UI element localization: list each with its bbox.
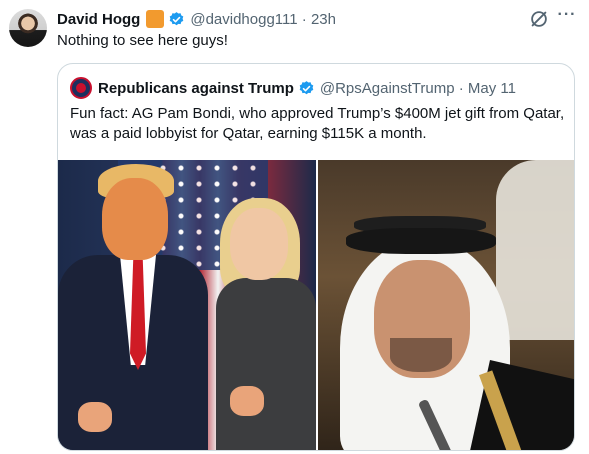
man-head [102, 178, 168, 260]
author-name[interactable]: David Hogg [57, 11, 140, 28]
verified-badge-icon [299, 80, 314, 94]
woman-body [216, 278, 316, 450]
tweet-header: David Hogg @davidhogg111 · 23h [57, 9, 336, 29]
quoted-tweet-text: Fun fact: AG Pam Bondi, who approved Tru… [70, 105, 565, 142]
quoted-author-handle[interactable]: @RpsAgainstTrump · May 11 [320, 80, 516, 97]
photo-trump-bondi[interactable] [58, 160, 316, 450]
beard [390, 338, 452, 372]
quoted-author-handle-text[interactable]: @RpsAgainstTrump [320, 80, 455, 97]
quoted-tweet[interactable]: Republicans against Trump @RpsAgainstTru… [57, 63, 575, 451]
agal-cord [346, 228, 496, 254]
thumbs-up-hand [78, 402, 112, 432]
background-figure [496, 160, 574, 340]
author-avatar[interactable] [9, 9, 47, 47]
verified-badge-icon [170, 11, 184, 25]
author-handle-text[interactable]: @davidhogg111 [190, 11, 297, 28]
media-grid [58, 160, 574, 450]
tweet-time[interactable]: · 23h [302, 11, 336, 28]
quoted-tweet-header: Republicans against Trump @RpsAgainstTru… [70, 77, 516, 99]
tweet-text: Nothing to see here guys! [57, 32, 228, 49]
affiliation-badge-icon[interactable] [146, 10, 165, 28]
grok-icon[interactable] [528, 8, 550, 30]
more-options-icon[interactable]: ··· [556, 7, 578, 30]
thumbs-up-hand [230, 386, 264, 416]
quoted-author-avatar[interactable] [70, 77, 92, 99]
photo-qatar-emir[interactable] [318, 160, 574, 450]
quoted-author-name[interactable]: Republicans against Trump [98, 80, 294, 97]
author-handle[interactable]: @davidhogg111 · 23h [190, 11, 336, 28]
quoted-tweet-time[interactable]: · May 11 [459, 80, 516, 97]
woman-head [230, 208, 288, 280]
